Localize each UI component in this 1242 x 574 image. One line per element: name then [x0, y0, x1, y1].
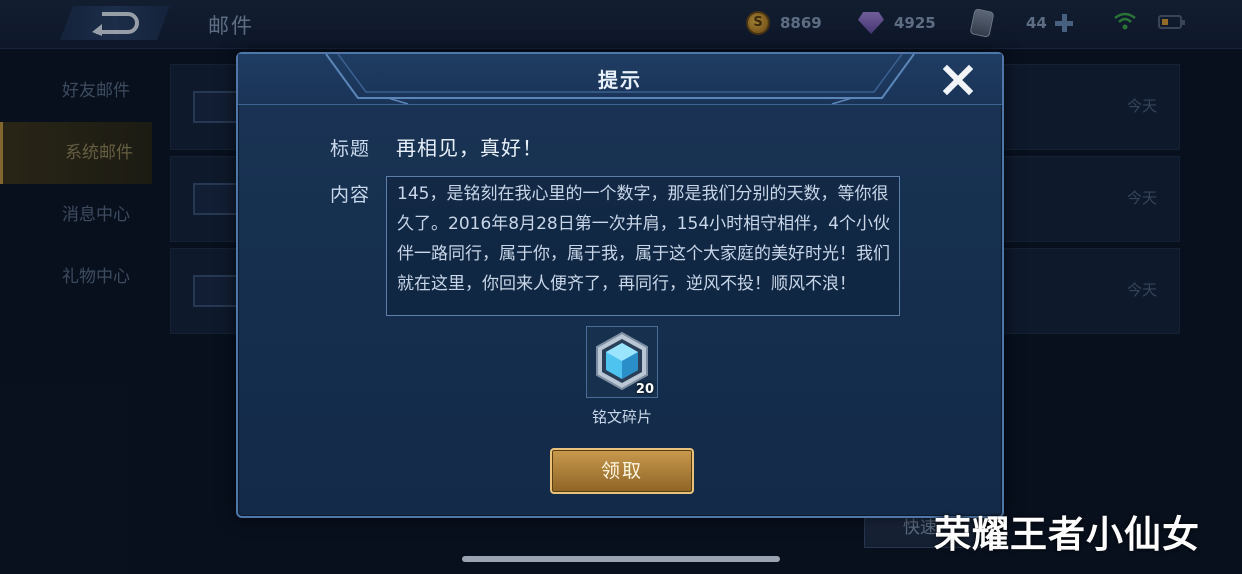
subject-label: 标题 [330, 138, 371, 160]
mail-detail-dialog: 提示 标题 再相见，真好！ 内容 145，是铭刻在我心里的一个数字，那是我们分别… [236, 52, 1004, 518]
reward-item[interactable]: 20 [586, 326, 658, 398]
mail-subject: 再相见，真好！ [396, 136, 543, 160]
dialog-header: 提示 [238, 54, 1002, 105]
close-icon[interactable] [940, 62, 976, 98]
watermark-text: 荣耀王者小仙女 [934, 513, 1200, 556]
dialog-title: 提示 [598, 68, 642, 92]
content-label: 内容 [330, 184, 371, 206]
claim-button[interactable]: 领取 [550, 448, 694, 494]
mail-content-box[interactable]: 145，是铭刻在我心里的一个数字，那是我们分别的天数，等你很久了。2016年8月… [386, 176, 900, 316]
home-indicator[interactable] [462, 556, 780, 562]
mail-content-text: 145，是铭刻在我心里的一个数字，那是我们分别的天数，等你很久了。2016年8月… [397, 184, 890, 294]
reward-quantity: 20 [635, 382, 654, 397]
reward-name: 铭文碎片 [591, 408, 652, 426]
